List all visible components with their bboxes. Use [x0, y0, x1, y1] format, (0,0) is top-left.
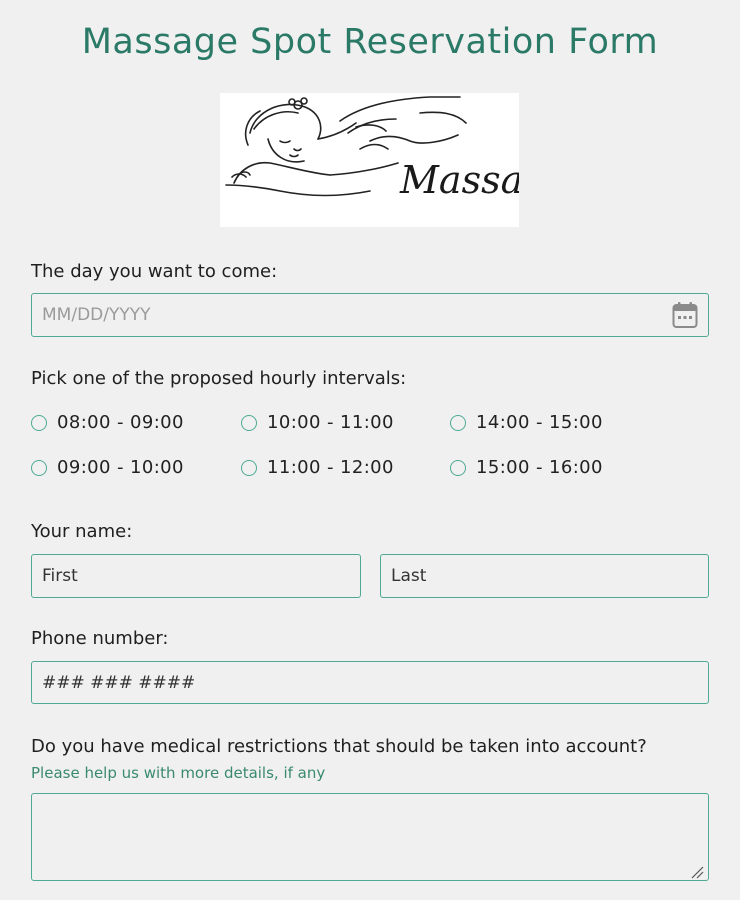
calendar-icon[interactable] — [672, 301, 698, 329]
medical-sublabel: Please help us with more details, if any — [31, 764, 326, 782]
phone-label: Phone number: — [31, 628, 169, 649]
resize-handle-icon[interactable] — [690, 864, 704, 879]
page-title: Massage Spot Reservation Form — [81, 22, 659, 62]
massage-logo: Massage — [220, 93, 519, 227]
radio-label: 10:00 - 11:00 — [267, 412, 394, 433]
last-name-input[interactable] — [380, 554, 709, 598]
radio-option-0800-0900[interactable]: 08:00 - 09:00 — [31, 412, 184, 433]
first-name-input[interactable] — [31, 554, 361, 598]
radio-button[interactable] — [450, 459, 466, 476]
radio-label: 08:00 - 09:00 — [57, 412, 184, 433]
date-input[interactable] — [31, 293, 709, 337]
date-label: The day you want to come: — [31, 261, 278, 282]
radio-button[interactable] — [241, 414, 257, 431]
medical-label: Do you have medical restrictions that sh… — [31, 736, 647, 757]
radio-option-1000-1100[interactable]: 10:00 - 11:00 — [241, 412, 394, 433]
radio-label: 11:00 - 12:00 — [267, 457, 394, 478]
radio-option-1400-1500[interactable]: 14:00 - 15:00 — [450, 412, 603, 433]
radio-label: 15:00 - 16:00 — [476, 457, 603, 478]
radio-button[interactable] — [241, 459, 257, 476]
radio-label: 09:00 - 10:00 — [57, 457, 184, 478]
radio-option-1100-1200[interactable]: 11:00 - 12:00 — [241, 457, 394, 478]
svg-text:Massage: Massage — [399, 158, 519, 202]
name-label: Your name: — [31, 521, 133, 542]
interval-label: Pick one of the proposed hourly interval… — [31, 368, 407, 389]
medical-details-textarea[interactable] — [31, 793, 709, 881]
radio-option-1500-1600[interactable]: 15:00 - 16:00 — [450, 457, 603, 478]
phone-input[interactable] — [31, 661, 709, 704]
radio-button[interactable] — [450, 414, 466, 431]
radio-label: 14:00 - 15:00 — [476, 412, 603, 433]
radio-button[interactable] — [31, 459, 47, 476]
radio-button[interactable] — [31, 414, 47, 431]
radio-option-0900-1000[interactable]: 09:00 - 10:00 — [31, 457, 184, 478]
